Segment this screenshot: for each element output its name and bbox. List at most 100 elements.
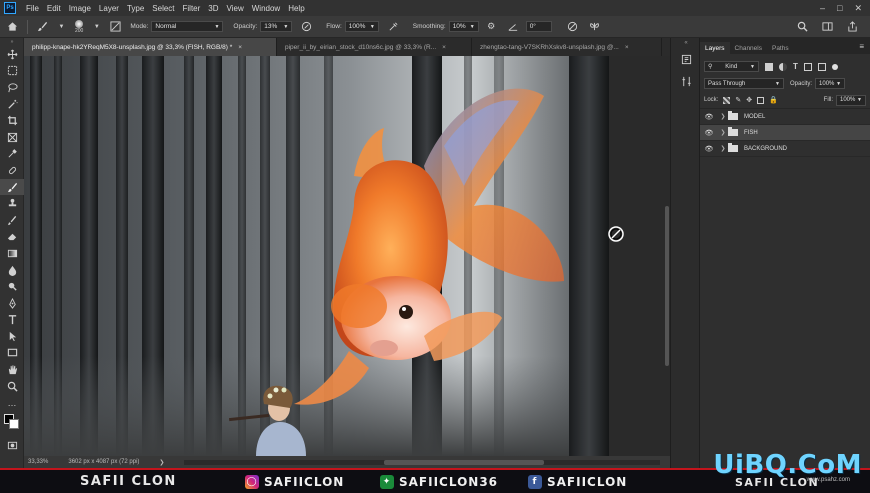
chevron-down-icon[interactable]: ▼ [90, 20, 103, 33]
menu-file[interactable]: File [22, 4, 43, 13]
gradient-tool-icon[interactable] [0, 245, 24, 262]
menu-3d[interactable]: 3D [204, 4, 222, 13]
filter-type-icon[interactable]: T [793, 62, 798, 71]
lock-all-icon[interactable]: 🔒 [769, 96, 778, 104]
search-icon[interactable] [796, 20, 809, 33]
menu-view[interactable]: View [223, 4, 248, 13]
collapse-toolbar-icon[interactable]: » [0, 38, 24, 46]
blend-mode-select[interactable]: Pass Through ▼ [704, 78, 784, 89]
symmetry-butterfly-icon[interactable] [588, 20, 601, 33]
rectangle-tool-icon[interactable] [0, 345, 24, 362]
chevron-right-icon[interactable]: ❯ [718, 113, 728, 120]
crop-tool-icon[interactable] [0, 112, 24, 129]
home-icon[interactable] [6, 20, 19, 33]
menu-layer[interactable]: Layer [95, 4, 123, 13]
eyedropper-tool-icon[interactable] [0, 146, 24, 163]
horizontal-scrollbar[interactable] [184, 459, 660, 465]
brush-settings-panel-icon[interactable] [109, 20, 122, 33]
healing-brush-tool-icon[interactable] [0, 162, 24, 179]
layer-row-background[interactable]: 👁 ❯ BACKGROUND [700, 141, 870, 157]
filter-shape-icon[interactable] [803, 62, 812, 71]
collapse-panels-icon[interactable]: « [671, 38, 701, 48]
dodge-tool-icon[interactable] [0, 278, 24, 295]
color-swatches[interactable] [0, 411, 24, 437]
path-selection-tool-icon[interactable] [0, 328, 24, 345]
close-icon[interactable]: × [442, 44, 446, 51]
pressure-size-icon[interactable] [566, 20, 579, 33]
maximize-icon[interactable]: □ [837, 3, 842, 14]
tab-philipp-knape[interactable]: philipp-knape-hk2YReqM5X8-unsplash.jpg @… [24, 38, 277, 56]
lasso-tool-icon[interactable] [0, 79, 24, 96]
brush-tool-icon[interactable] [36, 20, 49, 33]
filter-smart-object-icon[interactable] [817, 62, 826, 71]
brush-preset-picker[interactable]: 200 [75, 19, 83, 34]
zoom-tool-icon[interactable] [0, 378, 24, 395]
filter-adjustment-icon[interactable] [779, 62, 787, 71]
quick-mask-icon[interactable] [0, 437, 24, 454]
chevron-right-icon[interactable]: ❯ [718, 129, 728, 136]
frame-tool-icon[interactable] [0, 129, 24, 146]
share-icon[interactable] [846, 20, 859, 33]
filter-pixel-icon[interactable] [765, 62, 773, 71]
smoothing-input[interactable]: 10% ▼ [448, 21, 479, 32]
brush-tool-icon[interactable] [0, 178, 24, 196]
fill-input[interactable]: 100% ▼ [836, 94, 866, 106]
lock-transparent-icon[interactable] [723, 96, 731, 104]
menu-filter[interactable]: Filter [179, 4, 205, 13]
marquee-tool-icon[interactable] [0, 63, 24, 80]
scrollbar-thumb[interactable] [665, 206, 669, 366]
move-tool-icon[interactable] [0, 46, 24, 63]
layer-opacity-input[interactable]: 100% ▼ [815, 78, 846, 89]
tab-layers[interactable]: Layers [700, 42, 730, 54]
pressure-opacity-icon[interactable] [300, 20, 313, 33]
blur-tool-icon[interactable] [0, 262, 24, 279]
menu-edit[interactable]: Edit [43, 4, 65, 13]
chevron-right-icon[interactable]: ❯ [718, 145, 728, 152]
hand-tool-icon[interactable] [0, 361, 24, 378]
airbrush-icon[interactable] [387, 20, 400, 33]
menu-help[interactable]: Help [284, 4, 308, 13]
zoom-level[interactable]: 33,33% [28, 459, 48, 465]
menu-type[interactable]: Type [123, 4, 148, 13]
visibility-eye-icon[interactable]: 👁 [700, 113, 718, 121]
layer-filter-kind-select[interactable]: ⚲ Kind ▼ [704, 61, 759, 72]
close-icon[interactable]: × [238, 44, 242, 51]
visibility-eye-icon[interactable]: 👁 [700, 129, 718, 137]
close-icon[interactable]: ✕ [854, 3, 862, 14]
more-tools-icon[interactable]: … [0, 394, 24, 411]
menu-image[interactable]: Image [65, 4, 95, 13]
document-canvas[interactable] [24, 56, 664, 456]
lock-position-icon[interactable]: ✥ [746, 96, 752, 104]
workspace-icon[interactable] [821, 20, 834, 33]
opacity-input[interactable]: 13% ▼ [260, 21, 293, 32]
visibility-eye-icon[interactable]: 👁 [700, 145, 718, 153]
tab-piper-ii[interactable]: piper_ii_by_eirian_stock_d10ns6c.jpg @ 3… [277, 38, 472, 56]
lock-artboard-icon[interactable] [757, 96, 765, 104]
tab-zhengtao-tang[interactable]: zhengtao-tang-V7SKRhXskv8-unsplash.jpg @… [472, 38, 662, 56]
background-color-swatch[interactable] [9, 419, 19, 430]
chevron-down-icon[interactable]: ▼ [55, 20, 68, 33]
flow-input[interactable]: 100% ▼ [344, 21, 379, 32]
learn-panel-icon[interactable] [671, 48, 701, 70]
history-brush-tool-icon[interactable] [0, 212, 24, 229]
lock-image-icon[interactable]: ✎ [735, 96, 741, 104]
pen-tool-icon[interactable] [0, 295, 24, 312]
tab-paths[interactable]: Paths [767, 42, 794, 54]
status-arrow-icon[interactable]: ❯ [159, 459, 164, 466]
scrollbar-thumb[interactable] [384, 459, 545, 465]
angle-input[interactable]: 0° [525, 21, 552, 32]
close-icon[interactable]: × [625, 44, 629, 51]
eraser-tool-icon[interactable] [0, 229, 24, 246]
layer-row-model[interactable]: 👁 ❯ MODEL [700, 109, 870, 125]
tab-channels[interactable]: Channels [730, 42, 767, 54]
document-size[interactable]: 3602 px x 4087 px (72 ppi) [68, 459, 139, 465]
adjustments-panel-icon[interactable] [671, 70, 701, 92]
minimize-icon[interactable]: – [820, 3, 825, 14]
mode-select[interactable]: Normal ▼ [151, 21, 224, 32]
type-tool-icon[interactable] [0, 312, 24, 329]
panel-menu-icon[interactable]: ≡ [859, 42, 870, 54]
menu-select[interactable]: Select [148, 4, 178, 13]
layer-row-fish[interactable]: 👁 ❯ FISH [700, 125, 870, 141]
clone-stamp-tool-icon[interactable] [0, 195, 24, 212]
magic-wand-tool-icon[interactable] [0, 96, 24, 113]
